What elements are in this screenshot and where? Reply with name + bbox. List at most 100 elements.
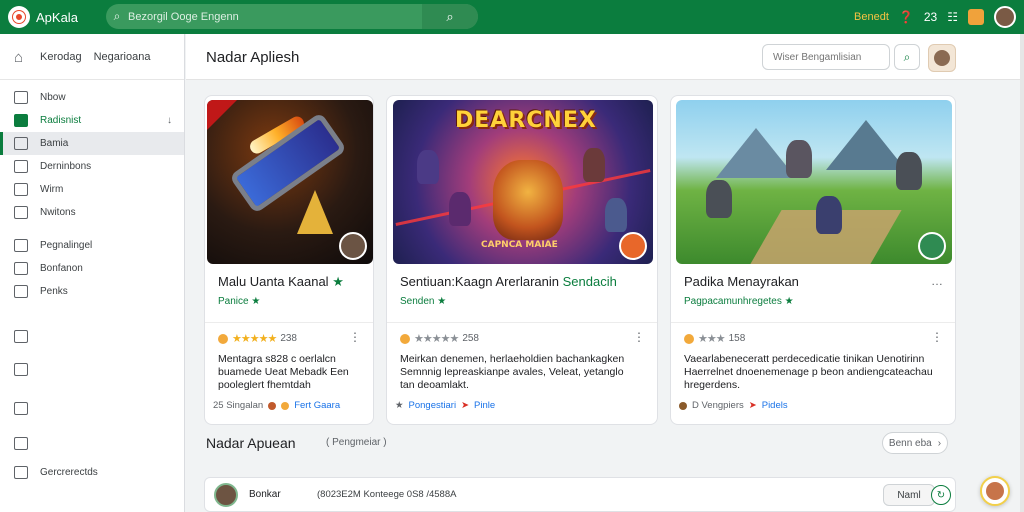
game-art-subtitle: CAPNCA MAIAE <box>481 240 558 250</box>
app-card-title[interactable]: Sentiuan:Kaagn Arerlaranin Sendacih <box>400 274 617 289</box>
assistant-avatar-icon <box>986 482 1004 500</box>
sidebar-item-label: Gercrerectds <box>40 467 98 478</box>
app-card-image[interactable] <box>207 100 373 264</box>
app-card-description: Vaearlabeneceratt perdecedicatie tinikan… <box>684 353 933 391</box>
global-search-input[interactable] <box>128 10 418 23</box>
app-card-link[interactable]: Pidels <box>762 400 788 411</box>
scrollbar[interactable] <box>1020 34 1024 512</box>
sidebar-item-radisnist[interactable]: Radisnist ↓ <box>0 109 184 132</box>
app-card-rating: ★★★★★ 258 <box>400 332 479 345</box>
app-card-rating: ★★★ 158 <box>684 332 745 345</box>
list-item[interactable]: Bonkar (8023E2M Konteege 0S8 /4588A Naml… <box>204 477 956 512</box>
app-card-footer: D Vengpiers ➤ Pidels <box>679 400 788 411</box>
tag-icon <box>14 363 28 376</box>
home-icon[interactable]: ⌂ <box>14 49 30 66</box>
pin-icon: ➤ <box>748 400 757 411</box>
coin-icon <box>400 333 410 344</box>
section-more-button[interactable]: Benn eba › <box>882 432 948 454</box>
stars-icon: ★★★★★ <box>414 333 459 345</box>
list-item-name: Bonkar <box>249 489 281 500</box>
sidebar-item-gercrerectds[interactable]: Gercrerectds <box>0 461 184 484</box>
sidebar-item-upload[interactable] <box>0 397 184 420</box>
chart-icon <box>14 262 28 275</box>
apps-count[interactable]: 23 <box>924 10 937 24</box>
list-item-button[interactable]: Naml <box>883 484 935 506</box>
more-options-icon[interactable]: ⋮ <box>931 330 943 344</box>
app-card-rating: ★★★★★ 238 <box>218 332 297 345</box>
app-card-link[interactable]: Pinle <box>474 400 495 411</box>
sidebar-item-bookmark[interactable] <box>0 325 184 348</box>
sidebar-item-label: Wirm <box>40 184 64 195</box>
rocket-icon <box>14 91 28 104</box>
app-card[interactable]: Malu Uanta Kaanal ★ Panice ★ ★★★★★ 238 ⋮ … <box>204 95 374 425</box>
sidebar: ⌂ Kerodag Negarioana Nbow Radisnist ↓ Bam… <box>0 34 185 512</box>
sidebar-item-nbow[interactable]: Nbow <box>0 86 184 109</box>
sidebar-item-pegnalingel[interactable]: Pegnalingel <box>0 234 184 257</box>
sidebar-item-label: Derninbons <box>40 161 92 172</box>
app-logo-icon[interactable] <box>8 6 30 28</box>
sidebar-item-bamia[interactable]: Bamia <box>0 132 184 155</box>
main-content: Nadar Apliesh ⌕ Malu Uanta Kaanal ★ Pani… <box>186 34 1020 512</box>
sidebar-item-tag[interactable] <box>0 358 184 381</box>
grid-icon[interactable]: ☷ <box>947 10 958 24</box>
refresh-icon[interactable]: ↻ <box>931 485 951 505</box>
list-item-meta: (8023E2M Konteege 0S8 /4588A <box>317 489 457 500</box>
search-submit-button[interactable]: ⌕ <box>422 4 478 29</box>
share-icon <box>14 466 28 479</box>
more-options-icon[interactable]: … <box>931 274 943 288</box>
game-art-title: DEARCNEX <box>455 108 597 133</box>
app-card-title[interactable]: Malu Uanta Kaanal ★ <box>218 274 344 290</box>
coin-icon <box>218 333 228 344</box>
sidebar-item-label: Nwitons <box>40 207 76 218</box>
profile-avatar[interactable] <box>928 44 956 72</box>
top-app-bar: ApKala ⌕ ⌕ Benedt ❓ 23 ☷ <box>0 0 1024 34</box>
app-card-link[interactable]: Fert Gaara <box>294 400 340 411</box>
sidebar-header-label-1[interactable]: Kerodag <box>40 51 82 63</box>
search-icon: ⌕ <box>446 8 454 24</box>
assistant-button[interactable] <box>980 476 1010 506</box>
app-card-title[interactable]: Padika Menayrakan <box>684 274 799 289</box>
avatar <box>214 483 238 507</box>
app-card[interactable]: DEARCNEX CAPNCA MAIAE Sentiuan:Kaagn Are… <box>386 95 658 425</box>
sidebar-item-wirm[interactable]: Wirm <box>0 178 184 201</box>
window-icon <box>14 160 28 173</box>
help-icon[interactable]: ❓ <box>899 10 914 24</box>
main-search-input[interactable] <box>773 51 883 63</box>
more-options-icon[interactable]: ⋮ <box>349 330 361 344</box>
user-avatar[interactable] <box>994 6 1016 28</box>
search-icon: ⌕ <box>113 9 121 23</box>
stars-icon: ★★★ <box>698 333 726 345</box>
list-icon <box>14 206 28 219</box>
top-link[interactable]: Benedt <box>854 11 889 23</box>
app-badge-icon <box>339 232 367 260</box>
star-icon: ★ <box>395 400 404 411</box>
sidebar-item-label: Bamia <box>40 138 69 149</box>
sidebar-item-edit[interactable] <box>0 432 184 455</box>
app-card-footer: 25 Singalan Fert Gaara <box>213 400 341 411</box>
search-icon: ⌕ <box>903 49 911 64</box>
app-card-footer: ★ Pongestiari ➤ Pinle <box>395 400 496 411</box>
stars-icon: ★★★★★ <box>232 333 277 345</box>
sidebar-header: ⌂ Kerodag Negarioana <box>0 34 184 80</box>
main-search <box>762 44 890 70</box>
sidebar-item-label: Penks <box>40 286 68 297</box>
sidebar-header-label-2[interactable]: Negarioana <box>94 51 151 63</box>
notification-icon[interactable] <box>968 9 984 25</box>
sidebar-item-derninbons[interactable]: Derninbons <box>0 155 184 178</box>
sidebar-item-nwitons[interactable]: Nwitons <box>0 201 184 224</box>
more-options-icon[interactable]: ⋮ <box>633 330 645 344</box>
sidebar-item-label: Bonfanon <box>40 263 83 274</box>
app-card-category: Senden ★ <box>400 296 447 307</box>
app-card-description: Mentagra s828 c oerlalcn buamede Ueat Me… <box>218 353 349 391</box>
app-card[interactable]: Padika Menayrakan … Pagpacamunhregetes ★… <box>670 95 956 425</box>
grid-icon <box>14 137 28 150</box>
sidebar-item-label: Radisnist <box>40 115 82 126</box>
main-search-button[interactable]: ⌕ <box>894 44 920 70</box>
sidebar-item-bonfanon[interactable]: Bonfanon <box>0 257 184 280</box>
app-card-image[interactable]: DEARCNEX CAPNCA MAIAE <box>393 100 653 264</box>
sidebar-item-penks[interactable]: Penks <box>0 280 184 303</box>
app-card-image[interactable] <box>676 100 952 264</box>
sidebar-item-label: Pegnalingel <box>40 240 93 251</box>
app-icon <box>14 114 28 127</box>
edit-icon <box>14 437 28 450</box>
